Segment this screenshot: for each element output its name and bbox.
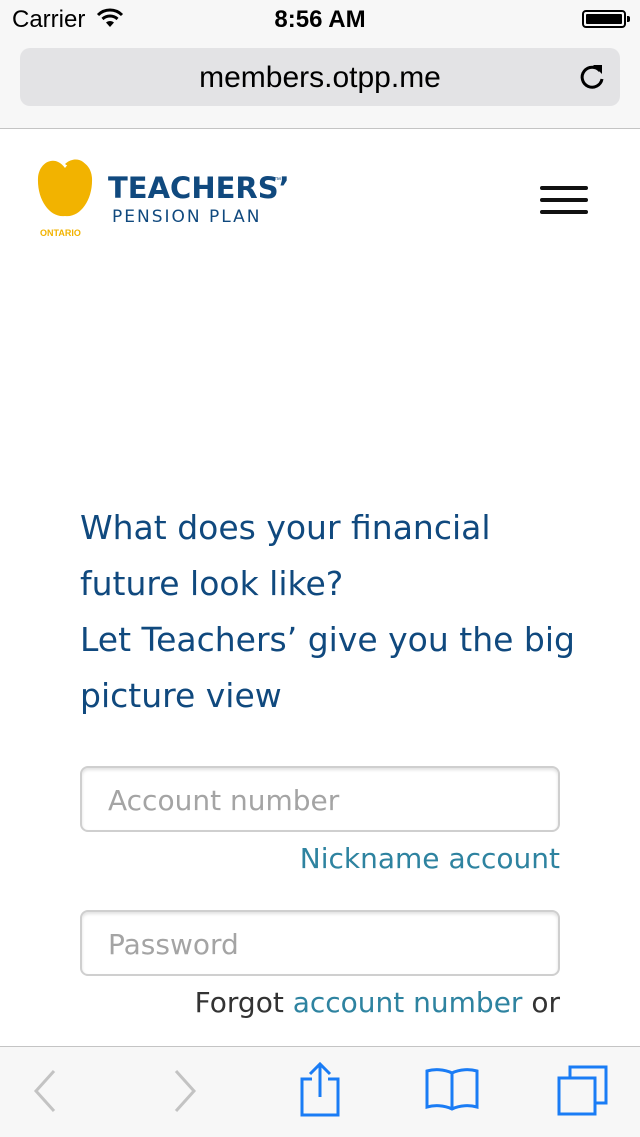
clock: 8:56 AM: [274, 6, 366, 33]
account-number-field[interactable]: [80, 766, 560, 832]
teachers-pension-plan-logo[interactable]: ONTARIO TEACHERS’ ™ PENSION PLAN: [36, 156, 296, 245]
logo-name-line1: TEACHERS’: [108, 171, 290, 205]
headline-line: picture view: [80, 676, 282, 715]
battery-icon: [582, 10, 630, 28]
account-number-input[interactable]: [106, 768, 550, 832]
url-text[interactable]: members.otpp.me: [20, 61, 620, 95]
browser-toolbar: [0, 1046, 640, 1137]
menu-button[interactable]: [540, 186, 588, 222]
nickname-account-link[interactable]: Nickname account: [300, 842, 560, 875]
reload-icon[interactable]: [578, 62, 606, 97]
back-icon[interactable]: [30, 1067, 58, 1120]
forgot-prefix: Forgot: [194, 986, 284, 1019]
forgot-credentials-text: Forgot account number or: [195, 986, 560, 1019]
forgot-account-number-link[interactable]: account number: [293, 986, 523, 1019]
tabs-icon[interactable]: [556, 1065, 610, 1122]
logo-trademark: ™: [274, 177, 281, 184]
logo-region-text: ONTARIO: [40, 228, 81, 238]
password-field[interactable]: [80, 910, 560, 976]
hamburger-icon: [540, 186, 588, 190]
logo-name-line2: PENSION PLAN: [112, 207, 261, 227]
share-icon[interactable]: [298, 1061, 342, 1122]
hero-headline: What does your financial future look lik…: [80, 500, 600, 724]
headline-line: Let Teachers’ give you the big: [80, 620, 575, 659]
bookmarks-icon[interactable]: [424, 1065, 480, 1120]
forgot-suffix: or: [531, 986, 560, 1019]
browser-address-bar: members.otpp.me: [0, 40, 640, 129]
url-field[interactable]: members.otpp.me: [20, 48, 620, 106]
headline-line: future look like?: [80, 564, 344, 603]
forward-icon[interactable]: [172, 1067, 200, 1120]
headline-line: What does your financial: [80, 508, 491, 547]
password-input[interactable]: [106, 912, 550, 976]
status-bar: Carrier 8:56 AM: [0, 0, 640, 40]
